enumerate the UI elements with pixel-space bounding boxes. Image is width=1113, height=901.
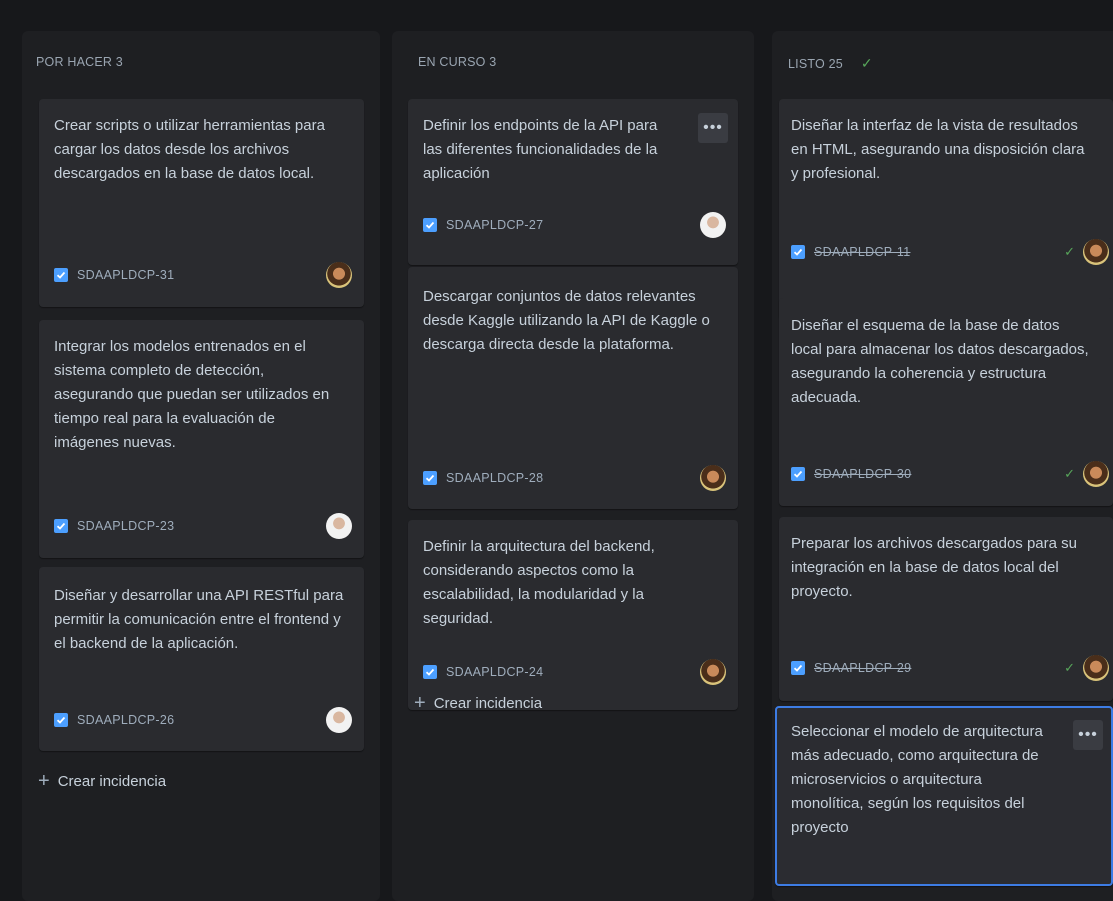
card-title: Crear scripts o utilizar herramientas pa…	[54, 117, 325, 182]
avatar[interactable]	[700, 212, 726, 238]
card-footer: SDAAPLDCP-30 ✓	[791, 461, 1109, 487]
card-title: Diseñar y desarrollar una API RESTful pa…	[54, 587, 344, 652]
checkbox-task-icon	[423, 218, 437, 232]
avatar[interactable]	[326, 707, 352, 733]
card-footer: SDAAPLDCP-11 ✓	[791, 239, 1109, 265]
done-check-icon: ✓	[1064, 660, 1075, 675]
column-listo: LISTO 25 ✓ Diseñar la interfaz de la vis…	[772, 31, 1113, 901]
card-selected[interactable]: Seleccionar el modelo de arquitectura má…	[775, 706, 1113, 886]
card-title: Descargar conjuntos de datos relevantes …	[423, 288, 710, 353]
avatar[interactable]	[326, 262, 352, 288]
plus-icon: +	[414, 692, 426, 714]
issue-key[interactable]: SDAAPLDCP-30	[814, 467, 911, 481]
column-header: EN CURSO 3	[418, 55, 496, 69]
column-header: LISTO 25 ✓	[788, 55, 873, 72]
card-sdaapldcp-29[interactable]: Preparar los archivos descargados para s…	[779, 517, 1113, 701]
avatar[interactable]	[700, 659, 726, 685]
column-header: POR HACER 3	[36, 55, 123, 69]
avatar[interactable]	[1083, 655, 1109, 681]
checkbox-task-icon	[423, 471, 437, 485]
column-en-curso: EN CURSO 3 Definir los endpoints de la A…	[392, 31, 754, 901]
create-issue-button[interactable]: + Crear incidencia	[38, 770, 166, 793]
checkbox-task-icon	[54, 519, 68, 533]
card-title: Seleccionar el modelo de arquitectura má…	[791, 723, 1043, 836]
card-sdaapldcp-31[interactable]: Crear scripts o utilizar herramientas pa…	[39, 99, 364, 307]
issue-key[interactable]: SDAAPLDCP-28	[446, 471, 543, 485]
card-footer: SDAAPLDCP-29 ✓	[791, 655, 1109, 681]
avatar[interactable]	[326, 513, 352, 539]
card-title: Diseñar la interfaz de la vista de resul…	[791, 117, 1085, 182]
card-sdaapldcp-23[interactable]: Integrar los modelos entrenados en el si…	[39, 320, 364, 558]
done-check-icon: ✓	[1064, 244, 1075, 259]
issue-key[interactable]: SDAAPLDCP-23	[77, 519, 174, 533]
issue-key[interactable]: SDAAPLDCP-24	[446, 665, 543, 679]
card-sdaapldcp-11[interactable]: Diseñar la interfaz de la vista de resul…	[779, 99, 1113, 319]
check-icon: ✓	[860, 55, 873, 71]
card-title: Preparar los archivos descargados para s…	[791, 535, 1077, 600]
card-sdaapldcp-28[interactable]: Descargar conjuntos de datos relevantes …	[408, 267, 738, 509]
checkbox-task-icon	[423, 665, 437, 679]
card-footer: SDAAPLDCP-28	[423, 465, 726, 491]
card-menu-button[interactable]: •••	[698, 113, 728, 143]
card-title: Definir los endpoints de la API para las…	[423, 117, 658, 182]
column-title: LISTO 25	[788, 56, 843, 71]
checkbox-task-icon	[791, 467, 805, 481]
card-footer: SDAAPLDCP-24	[423, 659, 726, 685]
issue-key[interactable]: SDAAPLDCP-31	[77, 268, 174, 282]
issue-key[interactable]: SDAAPLDCP-27	[446, 218, 543, 232]
create-issue-button[interactable]: + Crear incidencia	[414, 692, 542, 715]
create-issue-label: Crear incidencia	[433, 695, 543, 712]
avatar[interactable]	[1083, 461, 1109, 487]
checkbox-task-icon	[791, 661, 805, 675]
card-sdaapldcp-26[interactable]: Diseñar y desarrollar una API RESTful pa…	[39, 567, 364, 751]
card-title: Definir la arquitectura del backend, con…	[423, 538, 655, 627]
column-title: POR HACER 3	[36, 55, 123, 69]
card-sdaapldcp-30[interactable]: Diseñar el esquema de la base de datos l…	[779, 298, 1113, 506]
card-footer: SDAAPLDCP-26	[54, 707, 352, 733]
checkbox-task-icon	[54, 713, 68, 727]
issue-key[interactable]: SDAAPLDCP-11	[814, 245, 910, 259]
card-footer: SDAAPLDCP-31	[54, 262, 352, 288]
issue-key[interactable]: SDAAPLDCP-26	[77, 713, 174, 727]
done-check-icon: ✓	[1064, 466, 1075, 481]
card-title: Integrar los modelos entrenados en el si…	[54, 338, 330, 451]
card-footer: SDAAPLDCP-27	[423, 212, 726, 238]
card-title: Diseñar el esquema de la base de datos l…	[791, 317, 1089, 406]
card-sdaapldcp-27[interactable]: Definir los endpoints de la API para las…	[408, 99, 738, 265]
card-sdaapldcp-24[interactable]: Definir la arquitectura del backend, con…	[408, 520, 738, 710]
card-menu-button[interactable]: •••	[1073, 720, 1103, 750]
avatar[interactable]	[1083, 239, 1109, 265]
column-title: EN CURSO 3	[418, 55, 497, 69]
column-por-hacer: POR HACER 3 Crear scripts o utilizar her…	[22, 31, 380, 901]
avatar[interactable]	[700, 465, 726, 491]
create-issue-label: Crear incidencia	[57, 773, 167, 790]
checkbox-task-icon	[791, 245, 805, 259]
card-footer: SDAAPLDCP-23	[54, 513, 352, 539]
issue-key[interactable]: SDAAPLDCP-29	[814, 661, 911, 675]
checkbox-task-icon	[54, 268, 68, 282]
plus-icon: +	[38, 770, 50, 792]
